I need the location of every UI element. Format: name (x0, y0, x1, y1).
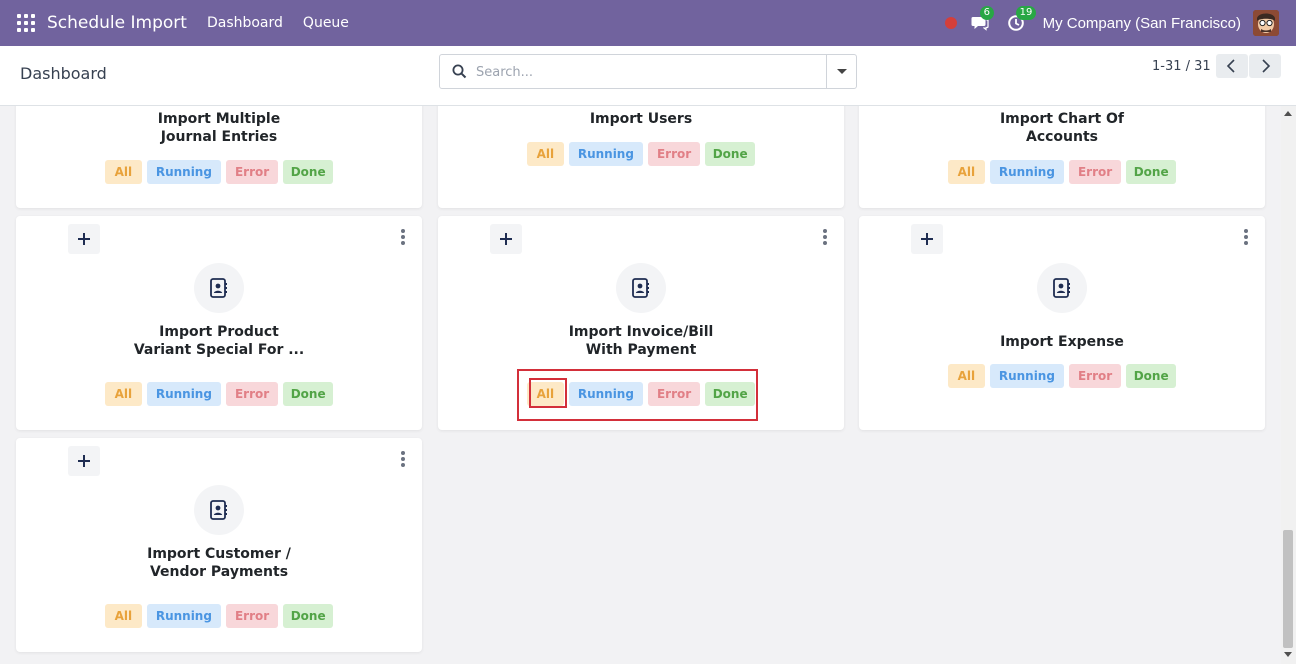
scrollbar-thumb[interactable] (1283, 530, 1293, 648)
kanban-card[interactable]: Import Customer / Vendor Payments All Ru… (16, 438, 422, 652)
kanban-view: Import Multiple Journal Entries All Runn… (0, 106, 1296, 664)
filter-error-button[interactable]: Error (1068, 364, 1122, 388)
filter-done-button[interactable]: Done (705, 382, 756, 406)
filter-done-button[interactable]: Done (283, 160, 334, 184)
filter-done-button[interactable]: Done (705, 142, 756, 166)
add-record-button[interactable] (68, 446, 100, 476)
breadcrumb-title: Dashboard (20, 64, 107, 83)
chevron-right-icon (1262, 59, 1271, 73)
scroll-up-arrow-icon[interactable] (1284, 111, 1292, 116)
page-scrollbar[interactable] (1281, 106, 1296, 664)
filter-all-button[interactable]: All (104, 604, 142, 628)
scroll-down-arrow-icon[interactable] (1284, 652, 1292, 657)
address-book-icon (1037, 263, 1087, 313)
filter-all-button[interactable]: All (104, 160, 142, 184)
company-switcher[interactable]: My Company (San Francisco) (1043, 15, 1241, 32)
caret-down-icon (837, 69, 847, 74)
address-book-icon (194, 485, 244, 535)
card-filters: All Running Error Done (438, 142, 844, 166)
filter-running-button[interactable]: Running (989, 160, 1064, 184)
app-title[interactable]: Schedule Import (47, 13, 187, 33)
filter-error-button[interactable]: Error (647, 142, 701, 166)
kanban-card[interactable]: Import Product Variant Special For ... A… (16, 216, 422, 430)
pager-next-button[interactable] (1249, 54, 1281, 78)
add-record-button[interactable] (490, 224, 522, 254)
filter-all-button[interactable]: All (947, 364, 985, 388)
card-filters: All Running Error Done (16, 160, 422, 184)
search-options-toggle[interactable] (826, 55, 856, 88)
filter-error-button[interactable]: Error (1068, 160, 1122, 184)
card-title: Import Multiple Journal Entries (157, 111, 281, 145)
add-record-button[interactable] (911, 224, 943, 254)
activities-button[interactable]: 19 (1007, 6, 1037, 32)
filter-all-button[interactable]: All (947, 160, 985, 184)
menu-dashboard[interactable]: Dashboard (207, 15, 283, 31)
filter-running-button[interactable]: Running (568, 142, 643, 166)
filter-error-button[interactable]: Error (225, 160, 279, 184)
apps-menu-icon[interactable] (17, 14, 35, 32)
filter-all-button[interactable]: All (104, 382, 142, 406)
filter-running-button[interactable]: Running (146, 382, 221, 406)
card-options-icon[interactable] (401, 229, 405, 245)
kanban-card[interactable]: Import Multiple Journal Entries All Runn… (16, 106, 422, 208)
kanban-card[interactable]: Import Invoice/Bill With Payment All Run… (438, 216, 844, 430)
filter-running-button[interactable]: Running (989, 364, 1064, 388)
pager-value[interactable]: 1-31 / 31 (1152, 59, 1211, 74)
control-panel: Dashboard 1-31 / 31 (0, 46, 1296, 106)
card-title: Import Product Variant Special For ... (133, 324, 305, 358)
recording-indicator-icon[interactable] (944, 17, 957, 29)
card-title: Import Customer / Vendor Payments (147, 546, 291, 580)
card-title: Import Invoice/Bill With Payment (568, 324, 714, 358)
search-input[interactable] (476, 62, 816, 82)
menu-queue[interactable]: Queue (303, 15, 349, 31)
kanban-card[interactable]: Import Expense All Running Error Done (859, 216, 1265, 430)
filter-done-button[interactable]: Done (1126, 160, 1177, 184)
kanban-card[interactable]: Import Chart Of Accounts All Running Err… (859, 106, 1265, 208)
card-filters: All Running Error Done (16, 382, 422, 406)
filter-all-button[interactable]: All (526, 382, 564, 406)
search-bar (439, 54, 857, 89)
filter-done-button[interactable]: Done (283, 604, 334, 628)
card-filters: All Running Error Done (16, 604, 422, 628)
messages-button[interactable]: 6 (971, 6, 994, 32)
filter-error-button[interactable]: Error (225, 604, 279, 628)
card-filters: All Running Error Done (859, 364, 1265, 388)
card-title: Import Chart Of Accounts (999, 111, 1125, 145)
chevron-left-icon (1226, 59, 1235, 73)
filter-running-button[interactable]: Running (146, 604, 221, 628)
search-icon (452, 64, 467, 79)
top-navbar: Schedule Import Dashboard Queue 6 19 My … (0, 0, 1296, 46)
card-title: Import Expense (1000, 334, 1124, 350)
filter-done-button[interactable]: Done (283, 382, 334, 406)
filter-error-button[interactable]: Error (647, 382, 701, 406)
card-options-icon[interactable] (823, 229, 827, 245)
card-title: Import Users (589, 111, 693, 127)
filter-running-button[interactable]: Running (568, 382, 643, 406)
kanban-card[interactable]: Import Users All Running Error Done (438, 106, 844, 208)
filter-error-button[interactable]: Error (225, 382, 279, 406)
card-options-icon[interactable] (1244, 229, 1248, 245)
pager-previous-button[interactable] (1216, 54, 1248, 78)
user-avatar[interactable] (1253, 10, 1279, 36)
address-book-icon (194, 263, 244, 313)
card-options-icon[interactable] (401, 451, 405, 467)
address-book-icon (616, 263, 666, 313)
add-record-button[interactable] (68, 224, 100, 254)
filter-all-button[interactable]: All (526, 142, 564, 166)
card-filters: All Running Error Done (438, 382, 844, 406)
card-filters: All Running Error Done (859, 160, 1265, 184)
filter-done-button[interactable]: Done (1126, 364, 1177, 388)
messages-count-badge: 6 (979, 6, 994, 20)
activities-count-badge: 19 (1015, 6, 1037, 20)
filter-running-button[interactable]: Running (146, 160, 221, 184)
